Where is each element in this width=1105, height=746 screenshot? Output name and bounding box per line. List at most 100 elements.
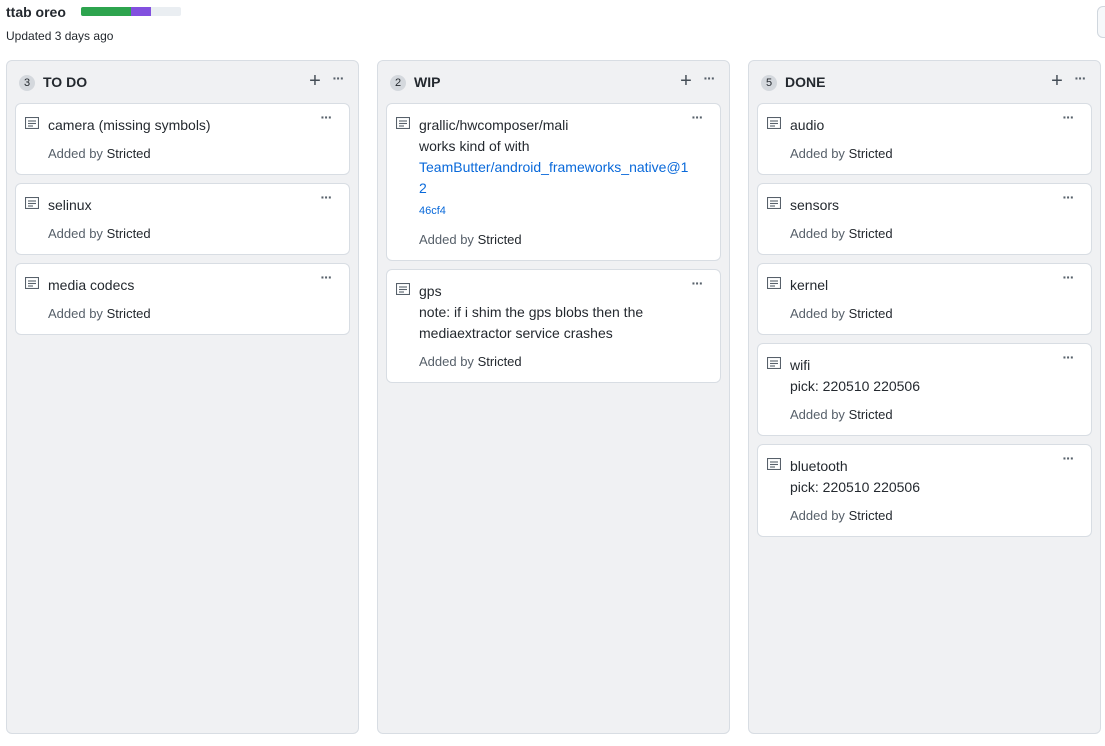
project-title: ttab oreo bbox=[6, 4, 66, 20]
card-title: gps bbox=[419, 283, 442, 299]
note-icon bbox=[25, 117, 39, 129]
column-count-badge: 3 bbox=[19, 75, 35, 91]
card-author[interactable]: Stricted bbox=[849, 306, 893, 321]
column-title: WIP bbox=[414, 74, 441, 90]
column-title: TO DO bbox=[43, 74, 88, 90]
progress-done-segment bbox=[81, 7, 131, 16]
card-title: audio bbox=[790, 117, 825, 133]
card-author[interactable]: Stricted bbox=[107, 226, 151, 241]
note-icon bbox=[25, 277, 39, 289]
card-menu-icon[interactable]: ··· bbox=[317, 110, 335, 125]
project-updated-text: Updated 3 days ago bbox=[6, 29, 114, 43]
card-title: sensors bbox=[790, 197, 840, 213]
card[interactable]: media codecs Added by Stricted ··· bbox=[15, 263, 350, 335]
kebab-horizontal-icon[interactable]: ··· bbox=[328, 71, 348, 89]
note-icon bbox=[396, 117, 410, 129]
card-menu-icon[interactable]: ··· bbox=[1059, 451, 1077, 466]
kebab-horizontal-icon[interactable]: ··· bbox=[699, 71, 719, 89]
commit-link-text[interactable]: TeamButter/android_frameworks_native@12 bbox=[419, 159, 688, 196]
column-title: DONE bbox=[785, 74, 826, 90]
added-by-label: Added by bbox=[790, 407, 845, 422]
card-author[interactable]: Stricted bbox=[849, 226, 893, 241]
card-author[interactable]: Stricted bbox=[849, 146, 893, 161]
card-menu-icon[interactable]: ··· bbox=[317, 270, 335, 285]
plus-icon[interactable]: + bbox=[1048, 70, 1066, 92]
card-meta: Added by Stricted bbox=[790, 406, 1061, 424]
card-menu-icon[interactable]: ··· bbox=[688, 276, 706, 291]
commit-link-suffix[interactable]: 46cf4 bbox=[419, 205, 446, 217]
project-progress-bar bbox=[81, 7, 181, 16]
added-by-label: Added by bbox=[48, 306, 103, 321]
card-meta: Added by Stricted bbox=[790, 145, 1061, 163]
card[interactable]: bluetooth pick: 220510 220506 Added by S… bbox=[757, 444, 1092, 537]
added-by-label: Added by bbox=[790, 146, 845, 161]
commit-link[interactable]: TeamButter/android_frameworks_native@12 4… bbox=[419, 157, 690, 222]
added-by-label: Added by bbox=[419, 232, 474, 247]
card[interactable]: audio Added by Stricted ··· bbox=[757, 103, 1092, 175]
column-header: 2 WIP + ··· bbox=[378, 61, 729, 103]
card-note: works kind of with bbox=[419, 138, 530, 154]
column-count-badge: 5 bbox=[761, 75, 777, 91]
added-by-label: Added by bbox=[48, 146, 103, 161]
card-author[interactable]: Stricted bbox=[849, 508, 893, 523]
note-icon bbox=[767, 277, 781, 289]
column-header: 5 DONE + ··· bbox=[749, 61, 1100, 103]
added-by-label: Added by bbox=[790, 306, 845, 321]
card-author[interactable]: Stricted bbox=[107, 146, 151, 161]
column-wip: 2 WIP + ··· grallic/hwcomposer/mali work… bbox=[377, 60, 730, 734]
card-author[interactable]: Stricted bbox=[107, 306, 151, 321]
card-title: wifi bbox=[790, 357, 811, 373]
edge-button[interactable] bbox=[1097, 6, 1105, 38]
card[interactable]: kernel Added by Stricted ··· bbox=[757, 263, 1092, 335]
added-by-label: Added by bbox=[48, 226, 103, 241]
card-meta: Added by Stricted bbox=[790, 507, 1061, 525]
note-icon bbox=[767, 197, 781, 209]
card[interactable]: grallic/hwcomposer/mali works kind of wi… bbox=[386, 103, 721, 261]
card[interactable]: gps note: if i shim the gps blobs then t… bbox=[386, 269, 721, 383]
card-title: grallic/hwcomposer/mali bbox=[419, 117, 569, 133]
progress-in-progress-segment bbox=[131, 7, 151, 16]
card-title: bluetooth bbox=[790, 458, 848, 474]
card-meta: Added by Stricted bbox=[48, 305, 319, 323]
card[interactable]: wifi pick: 220510 220506 Added by Strict… bbox=[757, 343, 1092, 436]
card-title: selinux bbox=[48, 197, 92, 213]
card-menu-icon[interactable]: ··· bbox=[1059, 190, 1077, 205]
card-meta: Added by Stricted bbox=[790, 305, 1061, 323]
card[interactable]: selinux Added by Stricted ··· bbox=[15, 183, 350, 255]
column-count-badge: 2 bbox=[390, 75, 406, 91]
note-icon bbox=[767, 357, 781, 369]
card-note: pick: 220510 220506 bbox=[790, 378, 920, 394]
plus-icon[interactable]: + bbox=[306, 70, 324, 92]
card-meta: Added by Stricted bbox=[790, 225, 1061, 243]
plus-icon[interactable]: + bbox=[677, 70, 695, 92]
note-icon bbox=[767, 117, 781, 129]
card-menu-icon[interactable]: ··· bbox=[1059, 270, 1077, 285]
card-author[interactable]: Stricted bbox=[849, 407, 893, 422]
card[interactable]: camera (missing symbols) Added by Strict… bbox=[15, 103, 350, 175]
card-note: pick: 220510 220506 bbox=[790, 479, 920, 495]
added-by-label: Added by bbox=[790, 508, 845, 523]
card-menu-icon[interactable]: ··· bbox=[1059, 110, 1077, 125]
column-header: 3 TO DO + ··· bbox=[7, 61, 358, 103]
card-title: kernel bbox=[790, 277, 829, 293]
card-title: camera (missing symbols) bbox=[48, 117, 211, 133]
card-menu-icon[interactable]: ··· bbox=[317, 190, 335, 205]
card-title: media codecs bbox=[48, 277, 135, 293]
card-note: note: if i shim the gps blobs then the m… bbox=[419, 304, 644, 341]
card-meta: Added by Stricted bbox=[48, 225, 319, 243]
note-icon bbox=[396, 283, 410, 295]
card-meta: Added by Stricted bbox=[48, 145, 319, 163]
column-todo: 3 TO DO + ··· camera (missing symbols) A… bbox=[6, 60, 359, 734]
card-menu-icon[interactable]: ··· bbox=[688, 110, 706, 125]
card-author[interactable]: Stricted bbox=[478, 354, 522, 369]
kebab-horizontal-icon[interactable]: ··· bbox=[1070, 71, 1090, 89]
added-by-label: Added by bbox=[419, 354, 474, 369]
added-by-label: Added by bbox=[790, 226, 845, 241]
column-done: 5 DONE + ··· audio Added by Stricted ···… bbox=[748, 60, 1101, 734]
card-meta: Added by Stricted bbox=[419, 231, 690, 249]
card-author[interactable]: Stricted bbox=[478, 232, 522, 247]
card-meta: Added by Stricted bbox=[419, 353, 690, 371]
note-icon bbox=[767, 458, 781, 470]
card[interactable]: sensors Added by Stricted ··· bbox=[757, 183, 1092, 255]
card-menu-icon[interactable]: ··· bbox=[1059, 350, 1077, 365]
